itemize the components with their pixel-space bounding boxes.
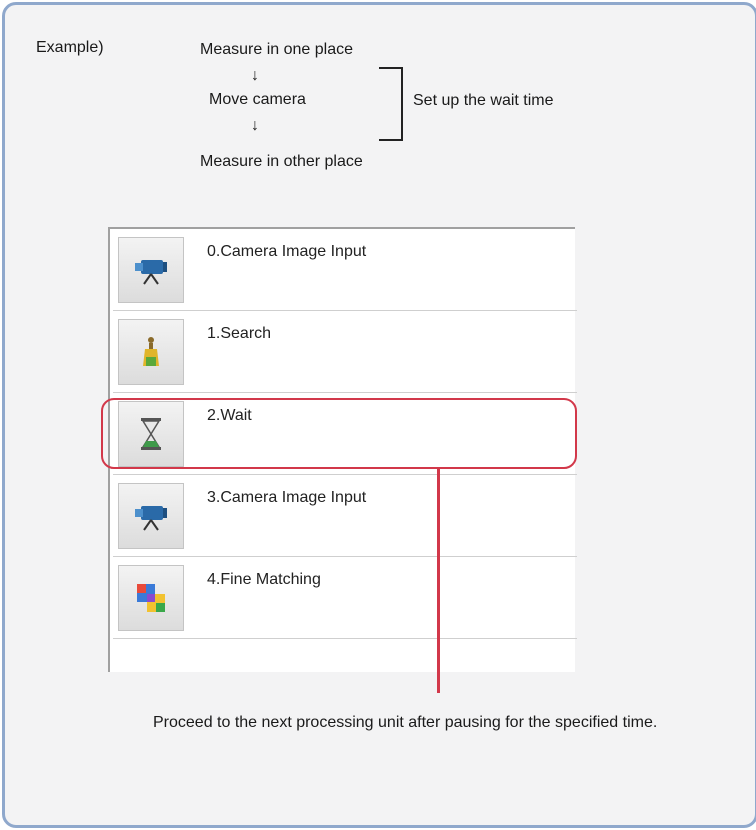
unit-label: 1.Search xyxy=(207,325,272,342)
flow-step-2: Move camera xyxy=(209,91,306,108)
flow-step-1: Measure in one place xyxy=(200,41,353,58)
bracket-label: Set up the wait time xyxy=(413,92,554,109)
wait-time-bracket xyxy=(379,67,403,141)
example-panel: Example) Measure in one place ↓ Move cam… xyxy=(2,2,756,828)
list-item-camera-image-input-3[interactable]: 3.Camera Image Input xyxy=(113,475,577,557)
list-item-fine-matching[interactable]: 4.Fine Matching xyxy=(113,557,577,639)
unit-label: 0.Camera Image Input xyxy=(207,243,367,260)
flow-arrow-1: ↓ xyxy=(251,67,259,84)
list-item-camera-image-input-0[interactable]: 0.Camera Image Input xyxy=(113,229,577,311)
flow-step-3: Measure in other place xyxy=(200,153,363,170)
unit-label: 4.Fine Matching xyxy=(207,571,321,588)
camera-icon xyxy=(118,483,184,549)
example-label: Example) xyxy=(36,39,104,56)
wait-unit-highlight xyxy=(101,398,577,469)
callout-pointer-line xyxy=(437,467,440,693)
search-icon xyxy=(118,319,184,385)
unit-label: 3.Camera Image Input xyxy=(207,489,367,506)
callout-note: Proceed to the next processing unit afte… xyxy=(153,714,658,731)
flow-arrow-2: ↓ xyxy=(251,117,259,134)
list-item-search[interactable]: 1.Search xyxy=(113,311,577,393)
camera-icon xyxy=(118,237,184,303)
fine-matching-icon xyxy=(118,565,184,631)
